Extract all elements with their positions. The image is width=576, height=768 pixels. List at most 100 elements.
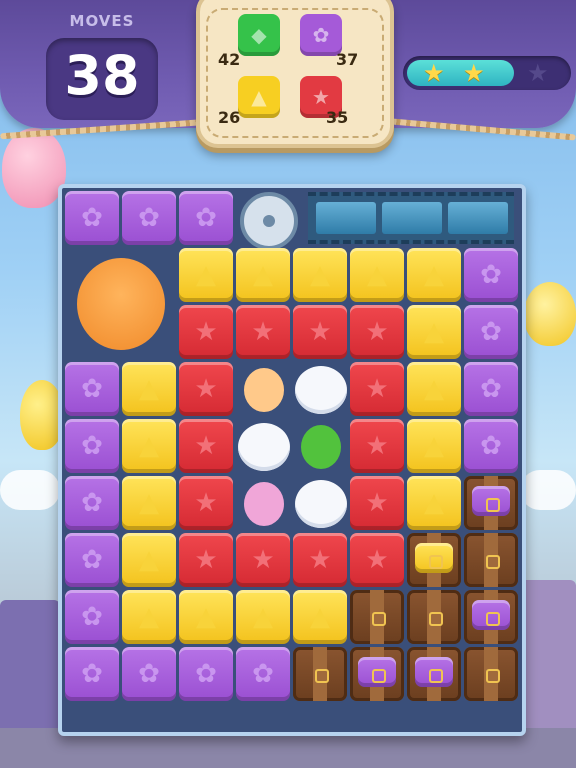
triangle-icon: ▲ bbox=[310, 260, 330, 290]
flower-icon: ✿ bbox=[480, 317, 502, 347]
purple-flower-cube[interactable]: ✿ bbox=[122, 191, 176, 245]
yellow-triangle-cube[interactable]: ▲ bbox=[293, 590, 347, 644]
moves-panel: MOVES 38 bbox=[40, 8, 164, 120]
yellow-triangle-cube[interactable]: ▲ bbox=[179, 248, 233, 302]
purple-flower-cube[interactable]: ✿ bbox=[464, 362, 518, 416]
red-star-cube[interactable]: ★ bbox=[179, 419, 233, 473]
wooden-crate-blocker[interactable] bbox=[407, 647, 461, 701]
flower-icon: ✿ bbox=[81, 488, 103, 518]
purple-flower-cube[interactable]: ✿ bbox=[179, 647, 233, 701]
purple-flower-cube[interactable]: ✿ bbox=[179, 191, 233, 245]
purple-flower-cube[interactable]: ✿ bbox=[464, 419, 518, 473]
game-scene: MOVES 38 ◆ 42 ✿ 37 ▲ 26 ★ 35 ★ ★ ★ ✿ ✿ ✿ ▲ ▲… bbox=[0, 0, 576, 768]
yellow-triangle-cube[interactable]: ▲ bbox=[179, 590, 233, 644]
yellow-triangle-cube[interactable]: ▲ bbox=[407, 419, 461, 473]
triangle-icon: ▲ bbox=[253, 260, 273, 290]
triangle-icon: ▲ bbox=[424, 317, 444, 347]
yellow-triangle-cube[interactable]: ▲ bbox=[350, 248, 404, 302]
red-star-cube[interactable]: ★ bbox=[293, 305, 347, 359]
unicorn-toy bbox=[244, 482, 284, 526]
cloud-blocker[interactable] bbox=[295, 366, 347, 414]
town-building-left bbox=[0, 600, 60, 740]
moves-label: MOVES bbox=[69, 12, 135, 30]
star-icon: ★ bbox=[365, 374, 389, 404]
star-progress-bar: ★ ★ ★ bbox=[403, 56, 571, 90]
triangle-icon: ▲ bbox=[424, 431, 444, 461]
flower-icon: ✿ bbox=[81, 545, 103, 575]
goal-yellow-cube: ▲ bbox=[238, 76, 280, 118]
purple-flower-cube[interactable]: ✿ bbox=[236, 647, 290, 701]
red-star-cube[interactable]: ★ bbox=[236, 533, 290, 587]
yellow-triangle-cube[interactable]: ▲ bbox=[407, 476, 461, 530]
star-icon: ★ bbox=[251, 545, 275, 575]
purple-flower-cube[interactable]: ✿ bbox=[65, 533, 119, 587]
triangle-icon: ▲ bbox=[253, 602, 273, 632]
wooden-crate-blocker[interactable] bbox=[350, 647, 404, 701]
triangle-icon: ▲ bbox=[139, 602, 159, 632]
red-star-cube[interactable]: ★ bbox=[179, 533, 233, 587]
red-star-cube[interactable]: ★ bbox=[350, 362, 404, 416]
flower-icon: ✿ bbox=[252, 659, 274, 689]
yellow-triangle-cube[interactable]: ▲ bbox=[407, 362, 461, 416]
purple-flower-cube[interactable]: ✿ bbox=[65, 476, 119, 530]
yellow-triangle-cube[interactable]: ▲ bbox=[122, 533, 176, 587]
yellow-triangle-cube[interactable]: ▲ bbox=[122, 590, 176, 644]
flower-icon: ✿ bbox=[81, 203, 103, 233]
triangle-icon: ▲ bbox=[196, 602, 216, 632]
yellow-triangle-cube-in-crate bbox=[415, 543, 453, 573]
flower-icon: ✿ bbox=[81, 602, 103, 632]
wooden-crate-blocker[interactable] bbox=[350, 590, 404, 644]
red-star-cube[interactable]: ★ bbox=[179, 476, 233, 530]
star-icon: ★ bbox=[194, 431, 218, 461]
yellow-triangle-cube[interactable]: ▲ bbox=[407, 305, 461, 359]
flower-icon: ✿ bbox=[195, 659, 217, 689]
game-board[interactable]: ✿ ✿ ✿ ▲ ▲ ▲ ▲ ▲ ✿ ★ ★ ★ ★ ▲ ✿ ✿ ▲ ★ ★ ▲ ✿ ✿ ▲ ★ ★ ▲ ✿ ✿ ▲ ★ ★ ▲ ✿ ▲ ★ ★ ★ ★ ✿ ▲… bbox=[58, 184, 526, 736]
yellow-triangle-cube[interactable]: ▲ bbox=[407, 248, 461, 302]
star-icon: ★ bbox=[423, 59, 445, 87]
wooden-crate-blocker[interactable] bbox=[407, 533, 461, 587]
wooden-crate-blocker[interactable] bbox=[464, 590, 518, 644]
yellow-triangle-cube[interactable]: ▲ bbox=[236, 590, 290, 644]
red-star-cube[interactable]: ★ bbox=[179, 305, 233, 359]
purple-flower-cube[interactable]: ✿ bbox=[65, 419, 119, 473]
red-star-cube[interactable]: ★ bbox=[350, 305, 404, 359]
wooden-crate-blocker[interactable] bbox=[293, 647, 347, 701]
yellow-triangle-cube[interactable]: ▲ bbox=[122, 419, 176, 473]
cloud-blocker[interactable] bbox=[295, 480, 347, 528]
flower-icon: ✿ bbox=[480, 260, 502, 290]
purple-flower-cube[interactable]: ✿ bbox=[65, 191, 119, 245]
red-star-cube[interactable]: ★ bbox=[350, 533, 404, 587]
red-star-cube[interactable]: ★ bbox=[350, 476, 404, 530]
red-star-cube[interactable]: ★ bbox=[236, 305, 290, 359]
red-star-cube[interactable]: ★ bbox=[293, 533, 347, 587]
wooden-crate-blocker[interactable] bbox=[464, 533, 518, 587]
purple-flower-cube[interactable]: ✿ bbox=[122, 647, 176, 701]
goal-red-count: 35 bbox=[326, 108, 349, 127]
yellow-triangle-cube[interactable]: ▲ bbox=[236, 248, 290, 302]
purple-flower-cube[interactable]: ✿ bbox=[464, 248, 518, 302]
goal-green-count: 42 bbox=[218, 50, 241, 69]
yellow-triangle-cube[interactable]: ▲ bbox=[122, 362, 176, 416]
star-icon: ★ bbox=[365, 317, 389, 347]
purple-flower-cube-in-crate bbox=[415, 657, 453, 687]
purple-flower-cube[interactable]: ✿ bbox=[65, 362, 119, 416]
film-reel-icon bbox=[240, 192, 298, 250]
purple-flower-cube[interactable]: ✿ bbox=[65, 590, 119, 644]
yellow-triangle-cube[interactable]: ▲ bbox=[122, 476, 176, 530]
cloud-blocker[interactable] bbox=[238, 423, 290, 471]
purple-flower-cube[interactable]: ✿ bbox=[65, 647, 119, 701]
star-icon: ★ bbox=[308, 545, 332, 575]
star-icon: ★ bbox=[365, 545, 389, 575]
purple-flower-cube-in-crate bbox=[472, 486, 510, 516]
wooden-crate-blocker[interactable] bbox=[464, 476, 518, 530]
flower-icon: ✿ bbox=[480, 374, 502, 404]
purple-flower-cube[interactable]: ✿ bbox=[464, 305, 518, 359]
red-star-cube[interactable]: ★ bbox=[350, 419, 404, 473]
yellow-triangle-cube[interactable]: ▲ bbox=[293, 248, 347, 302]
cloud-decoration bbox=[520, 470, 576, 510]
wooden-crate-blocker[interactable] bbox=[407, 590, 461, 644]
dino-toy bbox=[301, 425, 341, 469]
wooden-crate-blocker[interactable] bbox=[464, 647, 518, 701]
red-star-cube[interactable]: ★ bbox=[179, 362, 233, 416]
star-icon: ★ bbox=[194, 545, 218, 575]
